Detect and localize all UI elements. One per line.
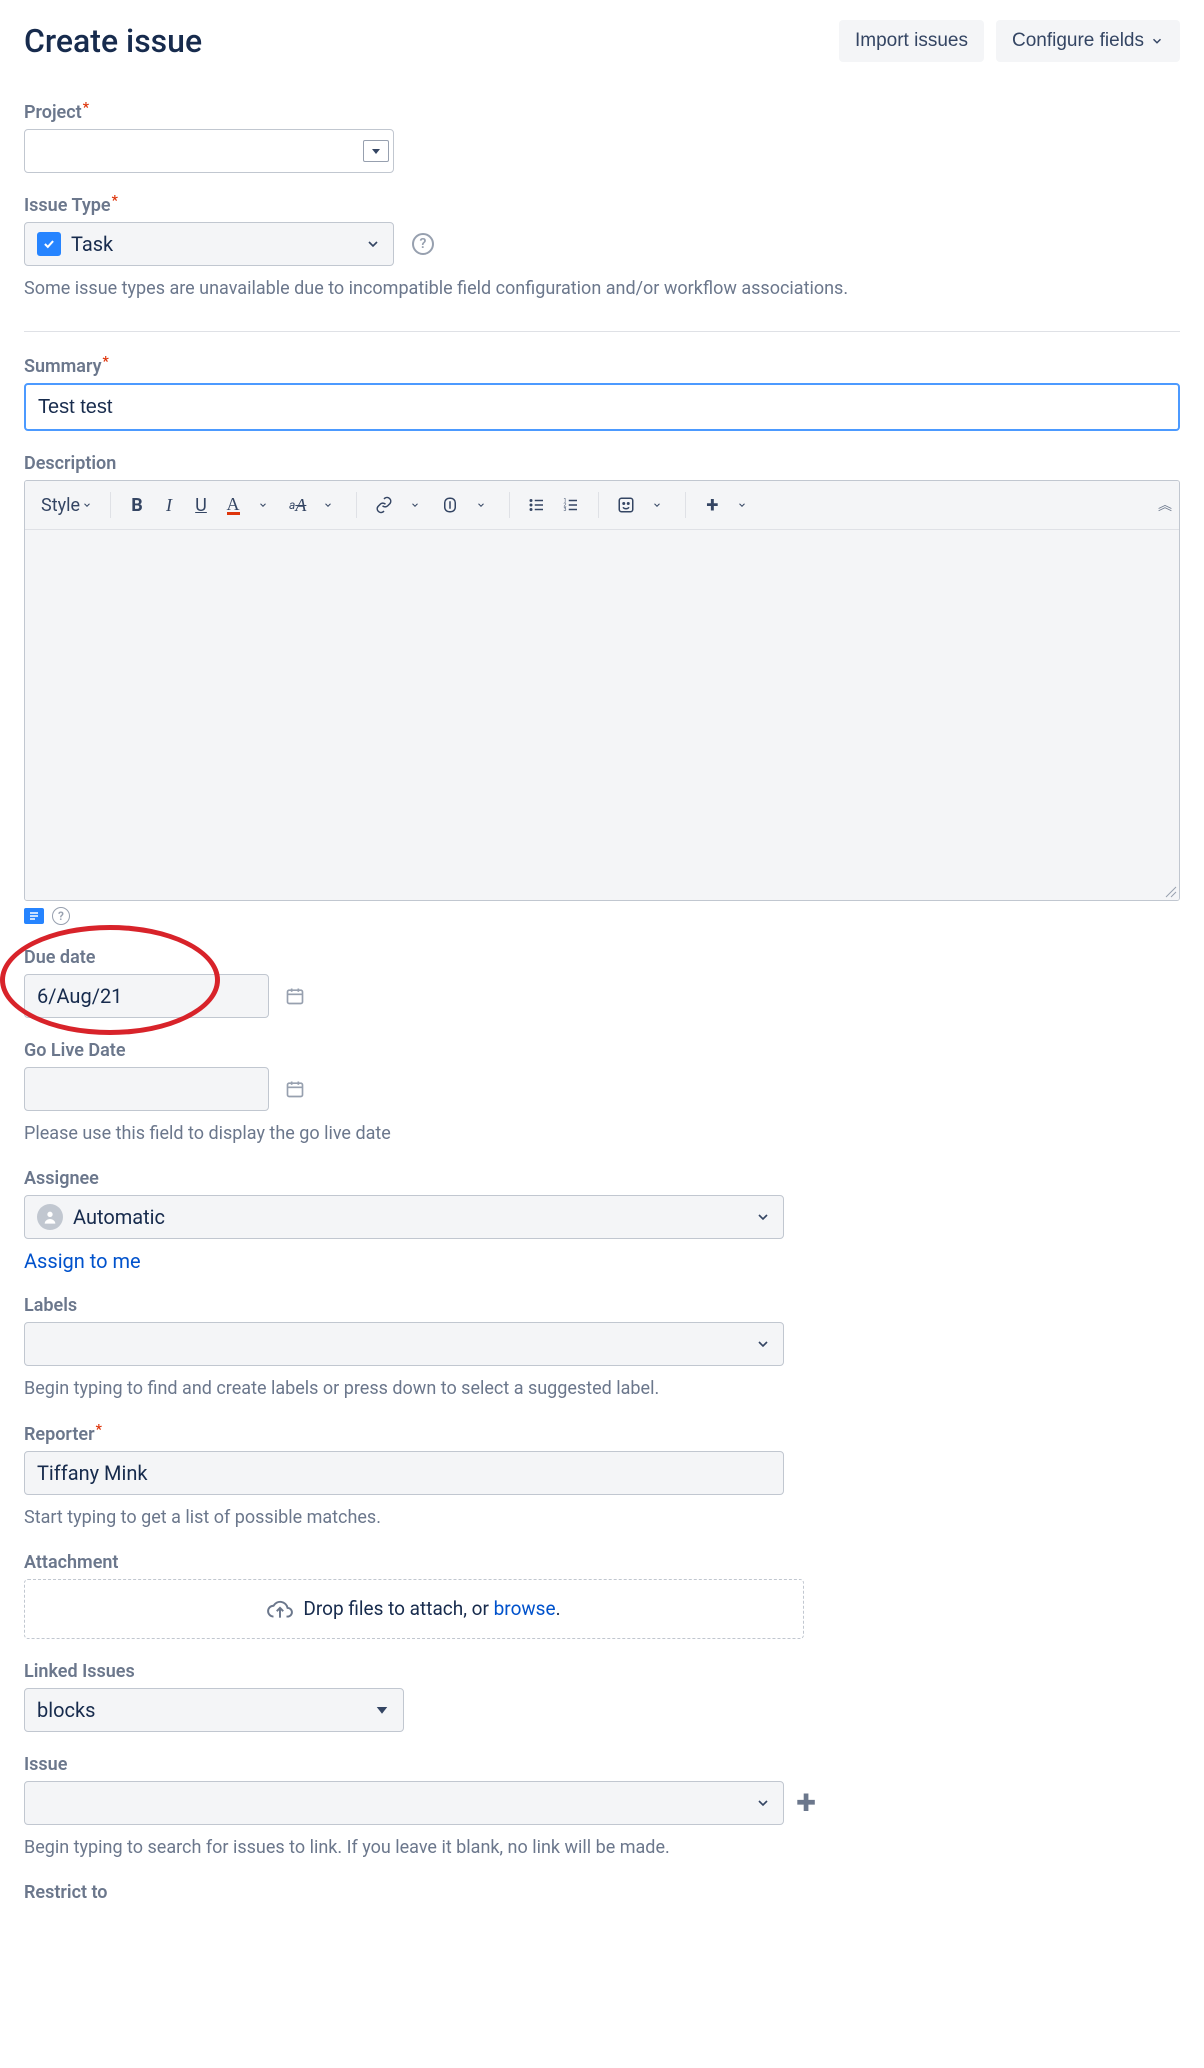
numbered-list-button[interactable]: 123 (556, 489, 586, 521)
dropzone-text: Drop files to attach, or (303, 1597, 493, 1620)
due-date-value: 6/Aug/21 (37, 984, 122, 1008)
reporter-label: Reporter (24, 1424, 101, 1445)
italic-button[interactable]: I (155, 489, 183, 521)
description-editor: Style B I U A aA 123 (24, 480, 1180, 901)
chevron-down-icon (82, 500, 92, 510)
import-issues-button[interactable]: Import issues (839, 20, 984, 62)
clear-format-caret[interactable] (316, 489, 344, 521)
reporter-input[interactable]: Tiffany Mink (24, 1451, 784, 1495)
linked-issues-value: blocks (37, 1698, 95, 1722)
chevron-down-icon (755, 1336, 771, 1352)
issue-type-hint: Some issue types are unavailable due to … (24, 276, 1180, 301)
browse-link[interactable]: browse (494, 1597, 556, 1620)
style-dropdown[interactable]: Style (35, 489, 98, 521)
toolbar-separator (110, 492, 111, 518)
summary-label: Summary (24, 356, 108, 377)
attachment-label: Attachment (24, 1552, 118, 1573)
emoji-caret[interactable] (645, 489, 673, 521)
avatar-icon (37, 1204, 63, 1230)
calendar-icon[interactable] (285, 986, 305, 1006)
more-button[interactable]: + (698, 489, 726, 521)
go-live-hint: Please use this field to display the go … (24, 1121, 1180, 1146)
toolbar-separator (598, 492, 599, 518)
labels-hint: Begin typing to find and create labels o… (24, 1376, 1180, 1401)
help-icon[interactable]: ? (52, 907, 70, 925)
chevron-down-icon (755, 1795, 771, 1811)
issue-hint: Begin typing to search for issues to lin… (24, 1835, 1180, 1860)
issue-type-value: Task (71, 232, 113, 256)
go-live-date-label: Go Live Date (24, 1040, 126, 1061)
underline-button[interactable]: U (187, 489, 215, 521)
add-issue-button[interactable]: ✚ (796, 1789, 816, 1817)
chevron-down-icon (1150, 34, 1164, 48)
project-label: Project (24, 102, 88, 123)
issue-type-label: Issue Type (24, 195, 117, 216)
calendar-icon[interactable] (285, 1079, 305, 1099)
due-date-label: Due date (24, 947, 95, 968)
link-button[interactable] (369, 489, 399, 521)
assign-to-me-link[interactable]: Assign to me (24, 1249, 141, 1273)
issue-type-select[interactable]: Task (24, 222, 394, 266)
clear-format-button[interactable]: aA (283, 489, 312, 521)
help-icon[interactable]: ? (412, 233, 434, 255)
page-title: Create issue (24, 22, 202, 60)
due-date-input[interactable]: 6/Aug/21 (24, 974, 269, 1018)
project-dropdown-arrow[interactable] (363, 140, 389, 162)
chevron-down-icon (365, 236, 381, 252)
text-color-button[interactable]: A (219, 489, 247, 521)
assignee-value: Automatic (73, 1205, 165, 1229)
divider (24, 331, 1180, 332)
chevron-down-icon (370, 145, 382, 157)
resize-handle-icon[interactable] (1163, 884, 1177, 898)
issue-select[interactable] (24, 1781, 784, 1825)
bullet-list-button[interactable] (522, 489, 552, 521)
import-issues-label: Import issues (855, 30, 968, 52)
dropzone-period: . (556, 1597, 561, 1620)
description-label: Description (24, 453, 116, 474)
chevron-down-icon (373, 1701, 391, 1719)
chevron-down-icon (755, 1209, 771, 1225)
reporter-hint: Start typing to get a list of possible m… (24, 1505, 1180, 1530)
restrict-to-label: Restrict to (24, 1882, 108, 1903)
linked-issues-label: Linked Issues (24, 1661, 135, 1682)
editor-toolbar: Style B I U A aA 123 (25, 481, 1179, 530)
summary-input[interactable] (24, 383, 1180, 431)
labels-select[interactable] (24, 1322, 784, 1366)
toolbar-separator (685, 492, 686, 518)
configure-fields-label: Configure fields (1012, 30, 1144, 52)
project-select[interactable] (24, 129, 394, 173)
configure-fields-button[interactable]: Configure fields (996, 20, 1180, 62)
labels-label: Labels (24, 1295, 77, 1316)
collapse-toolbar-icon[interactable]: ︽ (1158, 495, 1169, 515)
text-color-caret[interactable] (251, 489, 279, 521)
visual-tab-icon[interactable] (24, 908, 44, 924)
toolbar-separator (356, 492, 357, 518)
assignee-label: Assignee (24, 1168, 99, 1189)
attachment-dropzone[interactable]: Drop files to attach, or browse. (24, 1579, 804, 1639)
style-label: Style (41, 495, 80, 516)
assignee-select[interactable]: Automatic (24, 1195, 784, 1239)
description-textarea[interactable] (25, 530, 1179, 900)
emoji-button[interactable] (611, 489, 641, 521)
link-caret[interactable] (403, 489, 431, 521)
task-type-icon (37, 232, 61, 256)
toolbar-separator (509, 492, 510, 518)
issue-label: Issue (24, 1754, 67, 1775)
attachment-button[interactable] (435, 489, 465, 521)
svg-text:3: 3 (564, 507, 567, 513)
upload-icon (267, 1596, 293, 1622)
linked-issues-select[interactable]: blocks (24, 1688, 404, 1732)
reporter-value: Tiffany Mink (37, 1461, 148, 1485)
more-caret[interactable] (730, 489, 758, 521)
go-live-date-input[interactable] (24, 1067, 269, 1111)
attachment-caret[interactable] (469, 489, 497, 521)
bold-button[interactable]: B (123, 489, 151, 521)
